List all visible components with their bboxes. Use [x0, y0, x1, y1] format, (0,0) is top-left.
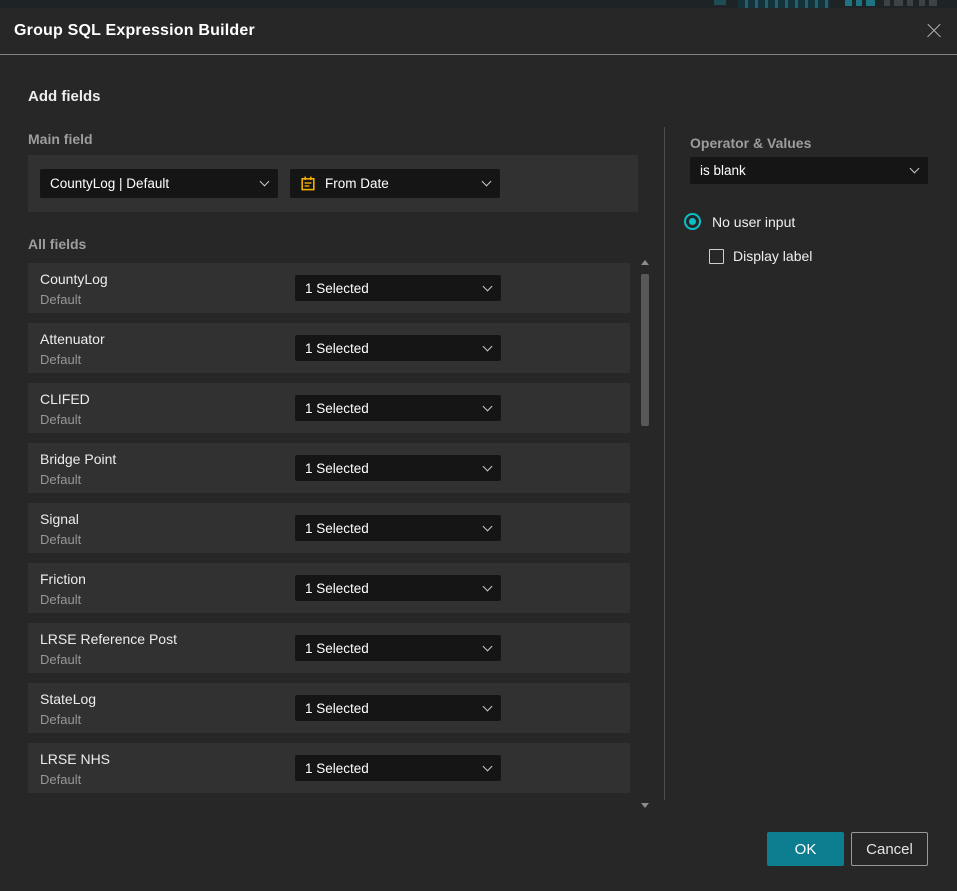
- field-name: Attenuator: [40, 331, 105, 347]
- chevron-down-icon: [483, 641, 493, 651]
- dropdown-value: 1 Selected: [305, 281, 476, 296]
- layer-select-dropdown[interactable]: CountyLog | Default: [40, 169, 278, 198]
- dropdown-value: 1 Selected: [305, 641, 476, 656]
- dropdown-value: 1 Selected: [305, 401, 476, 416]
- all-fields-label: All fields: [28, 236, 86, 252]
- chevron-down-icon: [483, 401, 493, 411]
- dialog-title-bar: Group SQL Expression Builder: [0, 8, 957, 55]
- scroll-up-icon[interactable]: [641, 260, 649, 265]
- field-name: LRSE NHS: [40, 751, 110, 767]
- no-user-input-option: No user input: [684, 213, 795, 230]
- dropdown-value: 1 Selected: [305, 761, 476, 776]
- operator-values-panel: Operator & Values is blank No user input…: [664, 127, 956, 800]
- chevron-down-icon: [483, 461, 493, 471]
- chevron-down-icon: [483, 341, 493, 351]
- main-field-select-dropdown[interactable]: From Date: [290, 169, 500, 198]
- background-fragment: [845, 0, 852, 6]
- chevron-down-icon: [482, 177, 492, 187]
- background-fragment: [907, 0, 913, 6]
- chevron-down-icon: [910, 164, 920, 174]
- chevron-down-icon: [483, 281, 493, 291]
- background-fragment: [714, 0, 726, 5]
- chevron-down-icon: [483, 761, 493, 771]
- all-fields-list: CountyLog Default 1 Selected Attenuator Defa…: [28, 263, 630, 803]
- operator-values-heading: Operator & Values: [690, 135, 957, 151]
- field-row: LRSE Reference Post Default 1 Selected: [28, 623, 630, 673]
- field-selection-dropdown[interactable]: 1 Selected: [295, 395, 501, 421]
- field-row: Friction Default 1 Selected: [28, 563, 630, 613]
- scroll-down-icon[interactable]: [641, 803, 649, 808]
- display-label-option: Display label: [709, 248, 812, 264]
- field-subtitle: Default: [40, 712, 81, 727]
- field-row: StateLog Default 1 Selected: [28, 683, 630, 733]
- field-subtitle: Default: [40, 652, 81, 667]
- field-row: LRSE NHS Default 1 Selected: [28, 743, 630, 793]
- dropdown-value: CountyLog | Default: [50, 176, 253, 191]
- background-app-edge: [0, 0, 957, 8]
- cancel-button[interactable]: Cancel: [851, 832, 928, 866]
- chevron-down-icon: [260, 177, 270, 187]
- no-user-input-radio[interactable]: [684, 213, 701, 230]
- scrollbar[interactable]: [639, 256, 651, 812]
- dropdown-value: From Date: [325, 176, 475, 191]
- no-user-input-label: No user input: [712, 214, 795, 230]
- background-fragment: [919, 0, 925, 6]
- field-row: Bridge Point Default 1 Selected: [28, 443, 630, 493]
- field-selection-dropdown[interactable]: 1 Selected: [295, 275, 501, 301]
- field-name: Bridge Point: [40, 451, 116, 467]
- field-selection-dropdown[interactable]: 1 Selected: [295, 755, 501, 781]
- main-field-label: Main field: [28, 131, 93, 147]
- dropdown-value: 1 Selected: [305, 581, 476, 596]
- dialog-title: Group SQL Expression Builder: [14, 22, 255, 40]
- calendar-icon: [300, 175, 316, 192]
- dropdown-value: 1 Selected: [305, 521, 476, 536]
- field-selection-dropdown[interactable]: 1 Selected: [295, 455, 501, 481]
- field-selection-dropdown[interactable]: 1 Selected: [295, 515, 501, 541]
- chevron-down-icon: [483, 521, 493, 531]
- background-fragment: [894, 0, 903, 6]
- field-name: Friction: [40, 571, 86, 587]
- background-fragment: [738, 0, 830, 8]
- field-subtitle: Default: [40, 352, 81, 367]
- chevron-down-icon: [483, 701, 493, 711]
- field-name: LRSE Reference Post: [40, 631, 177, 647]
- display-label-checkbox[interactable]: [709, 249, 724, 264]
- ok-button[interactable]: OK: [767, 832, 844, 866]
- group-sql-expression-builder-dialog: Group SQL Expression Builder Add fields …: [0, 8, 957, 891]
- dropdown-value: 1 Selected: [305, 341, 476, 356]
- field-row: CLIFED Default 1 Selected: [28, 383, 630, 433]
- close-icon[interactable]: [925, 22, 943, 40]
- field-row: Attenuator Default 1 Selected: [28, 323, 630, 373]
- field-selection-dropdown[interactable]: 1 Selected: [295, 335, 501, 361]
- field-row: Signal Default 1 Selected: [28, 503, 630, 553]
- display-label-text: Display label: [733, 248, 812, 264]
- field-name: CLIFED: [40, 391, 90, 407]
- field-selection-dropdown[interactable]: 1 Selected: [295, 635, 501, 661]
- dropdown-value: 1 Selected: [305, 461, 476, 476]
- background-fragment: [866, 0, 875, 6]
- field-subtitle: Default: [40, 412, 81, 427]
- field-subtitle: Default: [40, 472, 81, 487]
- background-fragment: [884, 0, 890, 6]
- operator-select-dropdown[interactable]: is blank: [690, 157, 928, 184]
- field-subtitle: Default: [40, 532, 81, 547]
- field-subtitle: Default: [40, 772, 81, 787]
- dropdown-value: 1 Selected: [305, 701, 476, 716]
- field-selection-dropdown[interactable]: 1 Selected: [295, 575, 501, 601]
- field-name: CountyLog: [40, 271, 108, 287]
- field-row: CountyLog Default 1 Selected: [28, 263, 630, 313]
- main-field-panel: CountyLog | Default From Date: [28, 155, 638, 212]
- background-fragment: [929, 0, 937, 6]
- chevron-down-icon: [483, 581, 493, 591]
- dropdown-value: is blank: [700, 163, 903, 178]
- scrollbar-thumb[interactable]: [641, 274, 649, 426]
- field-subtitle: Default: [40, 592, 81, 607]
- add-fields-heading: Add fields: [28, 88, 101, 105]
- field-name: StateLog: [40, 691, 96, 707]
- field-name: Signal: [40, 511, 79, 527]
- field-selection-dropdown[interactable]: 1 Selected: [295, 695, 501, 721]
- background-fragment: [856, 0, 862, 6]
- field-subtitle: Default: [40, 292, 81, 307]
